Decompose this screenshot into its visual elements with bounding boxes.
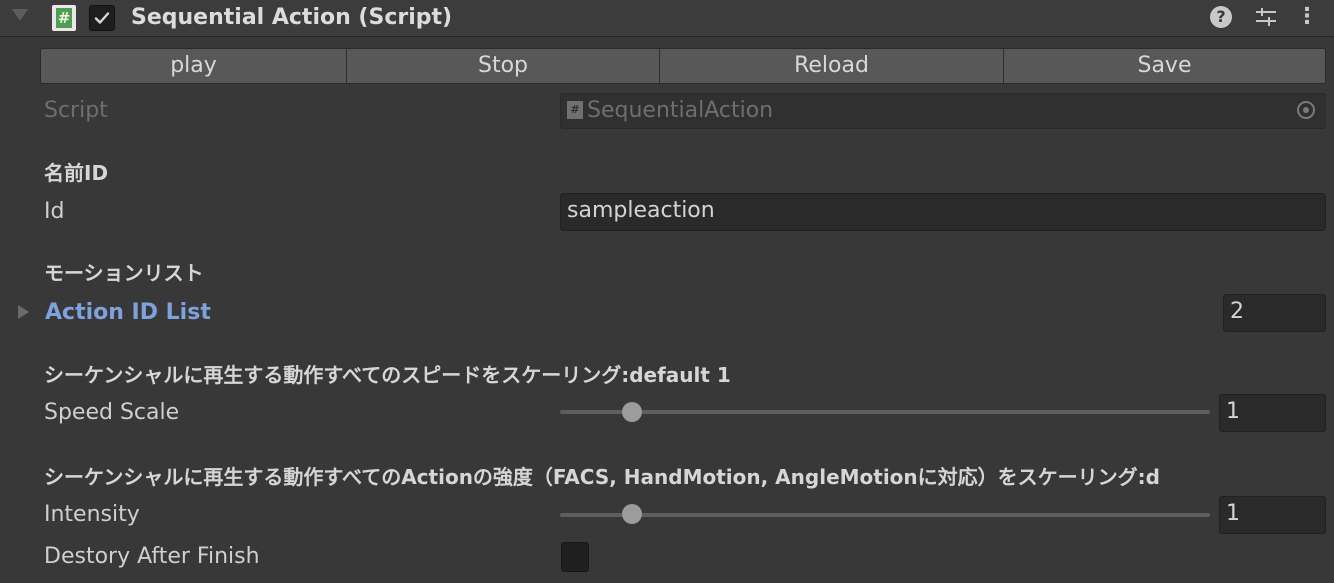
speed-section-header: シーケンシャルに再生する動作すべてのスピードをスケーリング:default 1	[44, 363, 731, 387]
stop-button[interactable]: Stop	[347, 49, 660, 83]
foldout-arrow-icon[interactable]	[12, 9, 28, 21]
reload-button[interactable]: Reload	[660, 49, 1004, 83]
speed-scale-label: Speed Scale	[44, 400, 180, 425]
help-icon[interactable]: ?	[1210, 6, 1232, 28]
intensity-label: Intensity	[44, 502, 140, 527]
action-toolbar: play Stop Reload Save	[40, 48, 1326, 84]
intensity-slider-track[interactable]	[560, 513, 1210, 517]
preset-icon[interactable]	[1254, 6, 1278, 28]
script-object-value: SequentialAction	[587, 98, 774, 123]
action-id-list-foldout[interactable]: Action ID List	[45, 298, 211, 328]
script-object-field: SequentialAction	[560, 93, 1326, 129]
action-id-list-size-input[interactable]: 2	[1223, 294, 1326, 332]
intensity-section-header: シーケンシャルに再生する動作すべてのActionの強度（FACS, HandMo…	[44, 465, 1160, 489]
script-asset-icon	[567, 101, 583, 119]
more-icon[interactable]: ⋮	[1296, 2, 1318, 32]
speed-scale-input[interactable]: 1	[1219, 394, 1326, 432]
script-icon: #	[52, 5, 76, 31]
play-button[interactable]: play	[41, 49, 347, 83]
action-id-list-arrow-icon[interactable]	[18, 305, 29, 319]
id-label: Id	[44, 199, 65, 224]
destroy-after-finish-label: Destory After Finish	[44, 544, 260, 569]
component-enabled-checkbox[interactable]	[89, 5, 115, 31]
destroy-after-finish-checkbox[interactable]	[561, 542, 589, 572]
checkmark-icon	[94, 12, 110, 24]
speed-scale-slider-thumb[interactable]	[622, 402, 642, 422]
intensity-slider-thumb[interactable]	[622, 504, 642, 524]
intensity-input[interactable]: 1	[1219, 496, 1326, 534]
component-title: Sequential Action (Script)	[131, 5, 453, 30]
motion-section-header: モーションリスト	[44, 261, 204, 285]
id-section-header: 名前ID	[44, 161, 109, 185]
speed-scale-slider-track[interactable]	[560, 410, 1210, 414]
script-label: Script	[44, 98, 108, 123]
object-picker-icon	[1297, 101, 1315, 119]
id-input[interactable]: sampleaction	[560, 193, 1326, 231]
save-button[interactable]: Save	[1004, 49, 1325, 83]
